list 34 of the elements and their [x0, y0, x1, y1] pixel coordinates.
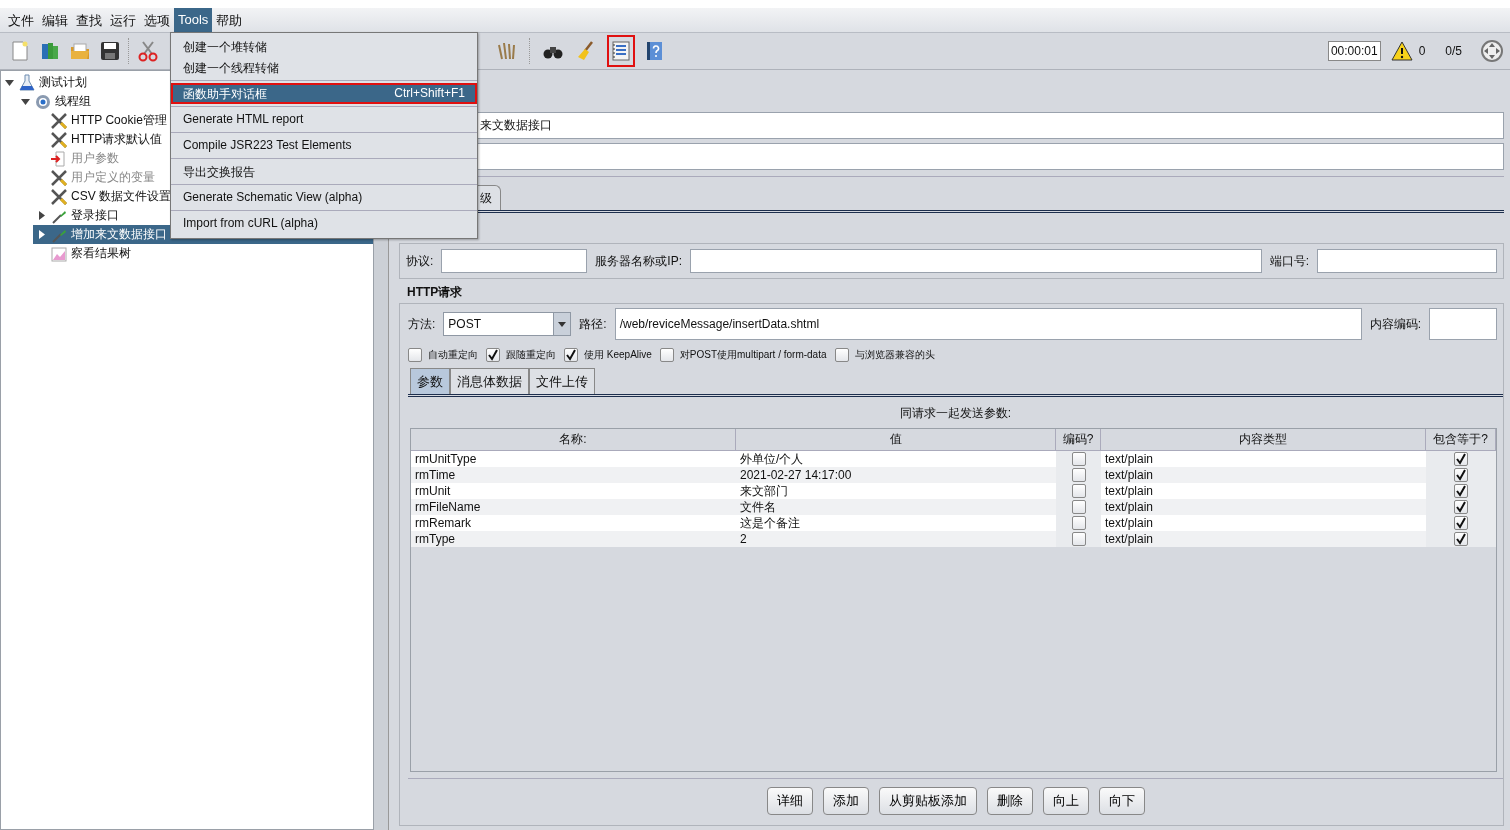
- path-label: 路径:: [579, 315, 607, 333]
- table-cell-text: rmUnit: [414, 483, 452, 499]
- table-cell-text: text/plain: [1104, 467, 1155, 483]
- encoding-label: 内容编码:: [1369, 315, 1421, 333]
- section-title: HTTP请求: [406, 284, 464, 301]
- thread-count: 0/5: [1445, 44, 1462, 58]
- table-cell-text: 文件名: [739, 499, 777, 515]
- option-label: 使用 KeepAlive: [584, 348, 652, 362]
- table-cell-text: rmRemark: [414, 515, 472, 531]
- table-cell-text: rmType: [414, 531, 456, 547]
- warning-count: 0: [1418, 44, 1426, 58]
- table-cell-text: rmUnitType: [414, 451, 478, 467]
- elapsed-time: 00:00:01: [1327, 41, 1381, 61]
- table-cell-text: rmFileName: [414, 499, 482, 515]
- table-cell-text: 2: [739, 531, 748, 547]
- table-cell-text: text/plain: [1104, 499, 1155, 515]
- server-label: 服务器名称或IP:: [595, 252, 682, 270]
- method-label: 方法:: [408, 315, 436, 333]
- table-cell-text: 2021-02-27 14:17:00: [739, 467, 853, 483]
- table-cell-text: 外单位/个人: [739, 451, 805, 467]
- table-cell-text: text/plain: [1104, 451, 1155, 467]
- option-label: 对POST使用multipart / form-data: [679, 348, 827, 362]
- option-label: 与浏览器兼容的头: [854, 348, 935, 362]
- port-label: 端口号:: [1269, 252, 1309, 270]
- table-cell-text: text/plain: [1104, 515, 1155, 531]
- table-title: 同请求一起发送参数:: [898, 405, 1013, 422]
- table-cell-text: 来文部门: [739, 483, 789, 499]
- option-label: 自动重定向: [428, 348, 478, 362]
- table-cell-text: text/plain: [1104, 483, 1155, 499]
- option-label: 跟随重定向: [506, 348, 556, 362]
- table-cell-text: text/plain: [1104, 531, 1155, 547]
- table-cell-text: 这是个备注: [739, 515, 801, 531]
- protocol-label: 协议:: [406, 252, 434, 270]
- table-cell-text: rmTime: [414, 467, 457, 483]
